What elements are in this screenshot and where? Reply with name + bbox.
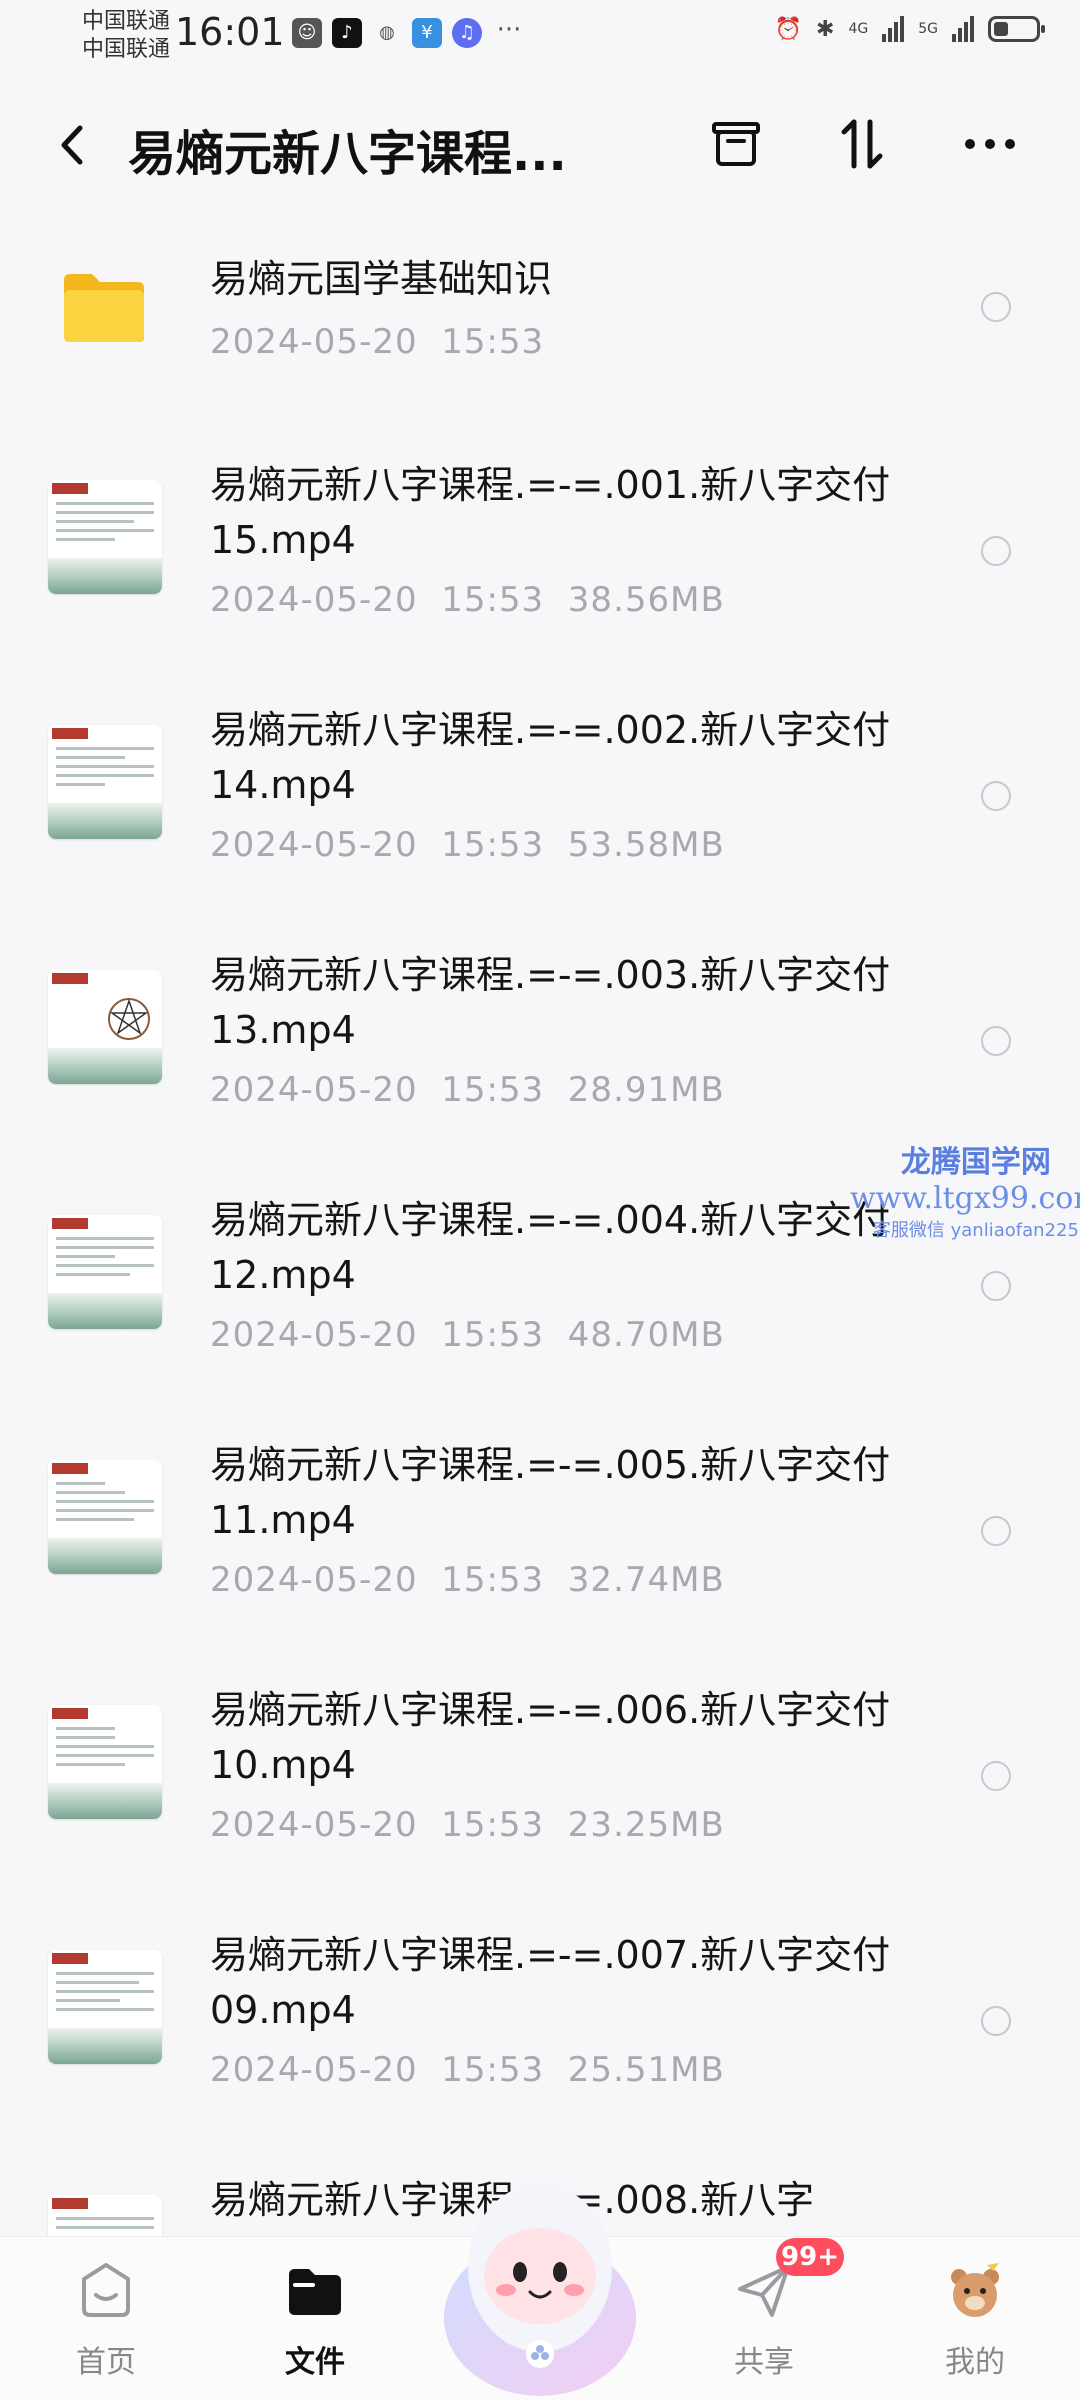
sort-icon[interactable] [832, 114, 892, 174]
mascot-assistant-button[interactable] [430, 2168, 650, 2400]
file-name: 易熵元新八字课程.=-=.003.新八字交付13.mp4 [210, 953, 891, 1052]
video-thumbnail [48, 1950, 162, 2064]
file-meta: 2024-05-20 15:53 25.51MB [210, 2050, 725, 2090]
bear-avatar-icon [951, 2263, 999, 2317]
file-name: 易熵元国学基础知识 [210, 257, 553, 301]
status-right: ⏰ ✱ 4G 5G [774, 16, 1045, 42]
list-item-video[interactable]: 易熵元新八字课程.=-=.003.新八字交付13.mp4 2024-05-20 … [0, 920, 1080, 1160]
video-thumbnail [48, 970, 162, 1084]
home-icon [82, 2263, 130, 2317]
share-notification-badge: 99+ [776, 2238, 844, 2276]
pentagram-diagram [108, 998, 150, 1040]
file-meta: 2024-05-20 15:53 48.70MB [210, 1315, 725, 1355]
file-meta: 2024-05-20 15:53 53.58MB [210, 825, 725, 865]
status-bar: 中国联通 中国联通 16:01 ☺ ♪ ◍ ¥ ♫ ··· ⏰ ✱ 4G 5G [0, 0, 1080, 72]
tiktok-icon: ♪ [332, 18, 362, 48]
select-radio[interactable] [981, 1271, 1011, 1301]
nav-home[interactable]: 首页 [36, 2259, 176, 2381]
wechat-icon: ◍ [379, 22, 395, 43]
nav-share[interactable]: 共享 [694, 2259, 834, 2381]
select-radio[interactable] [981, 2006, 1011, 2036]
page-title: 易熵元新八字课程... [128, 126, 567, 182]
select-radio[interactable] [981, 536, 1011, 566]
list-item-video[interactable]: 易熵元新八字课程.=-=.001.新八字交付15.mp4 2024-05-20 … [0, 430, 1080, 670]
file-name: 易熵元新八字课程.=-=.007.新八字交付09.mp4 [210, 1933, 891, 2032]
nav-share-label: 共享 [734, 2345, 794, 2380]
alarm-icon: ⏰ [774, 16, 803, 42]
video-thumbnail [48, 1460, 162, 1574]
file-meta: 2024-05-20 15:53 23.25MB [210, 1805, 725, 1845]
select-radio[interactable] [981, 781, 1011, 811]
signal-icon [882, 16, 905, 42]
carrier-2: 中国联通 [82, 37, 171, 62]
list-item-video[interactable]: 易熵元新八字课程.=-=.002.新八字交付14.mp4 2024-05-20 … [0, 675, 1080, 915]
video-thumbnail [48, 2195, 162, 2236]
file-name: 易熵元新八字课程.=-=.002.新八字交付14.mp4 [210, 708, 891, 807]
music-icon: ♫ [452, 18, 482, 48]
network-4g: 4G [848, 21, 869, 37]
network-5g: 5G [918, 21, 938, 37]
list-item-video[interactable]: 易熵元新八字课程.=-=.006.新八字交付10.mp4 2024-05-20 … [0, 1655, 1080, 1895]
select-radio[interactable] [981, 292, 1011, 322]
list-item-video[interactable]: 易熵元新八字课程.=-=.004.新八字交付12.mp4 2024-05-20 … [0, 1165, 1080, 1405]
file-name: 易熵元新八字课程.=-=.005.新八字交付11.mp4 [210, 1443, 891, 1542]
file-meta: 2024-05-20 15:53 28.91MB [210, 1070, 725, 1110]
video-thumbnail [48, 725, 162, 839]
back-arrow-icon[interactable] [52, 120, 92, 170]
app-notification-icon: ☺ [292, 18, 322, 48]
more-options-icon[interactable] [960, 114, 1020, 174]
file-name: 易熵元新八字课程.=-=.004.新八字交付12.mp4 [210, 1198, 891, 1297]
carrier-1: 中国联通 [82, 9, 171, 34]
nav-me[interactable]: 我的 [905, 2259, 1045, 2381]
signal-icon-2 [952, 16, 974, 42]
nav-home-label: 首页 [76, 2345, 136, 2380]
notification-icons: ☺ ♪ ◍ ¥ ♫ ··· [292, 15, 526, 48]
file-meta: 2024-05-20 15:53 [210, 322, 545, 362]
file-meta: 2024-05-20 15:53 38.56MB [210, 580, 725, 620]
nav-files[interactable]: 文件 [245, 2259, 385, 2381]
nav-files-label: 文件 [285, 2345, 345, 2380]
video-thumbnail [48, 480, 162, 594]
file-name: 易熵元新八字课程.=-=.001.新八字交付15.mp4 [210, 463, 891, 562]
more-notifications-icon: ··· [496, 15, 522, 45]
app-icon: ¥ [412, 18, 442, 48]
file-meta: 2024-05-20 15:53 32.74MB [210, 1560, 725, 1600]
carrier-labels: 中国联通 中国联通 [82, 8, 170, 64]
archive-icon[interactable] [706, 114, 766, 174]
file-name: 易熵元新八字课程.=-=.006.新八字交付10.mp4 [210, 1688, 891, 1787]
select-radio[interactable] [981, 1761, 1011, 1791]
select-radio[interactable] [981, 1026, 1011, 1056]
top-bar: 易熵元新八字课程... [0, 100, 1080, 190]
video-thumbnail [48, 1215, 162, 1329]
files-icon [289, 2269, 341, 2315]
battery-icon [988, 16, 1045, 42]
folder-icon [64, 274, 144, 342]
nav-me-label: 我的 [945, 2345, 1005, 2380]
list-item-video[interactable]: 易熵元新八字课程.=-=.007.新八字交付09.mp4 2024-05-20 … [0, 1900, 1080, 2140]
list-item-video[interactable]: 易熵元新八字课程.=-=.005.新八字交付11.mp4 2024-05-20 … [0, 1410, 1080, 1650]
status-time: 16:01 [175, 10, 285, 54]
select-radio[interactable] [981, 1516, 1011, 1546]
video-thumbnail [48, 1705, 162, 1819]
bluetooth-icon: ✱ [816, 16, 835, 42]
